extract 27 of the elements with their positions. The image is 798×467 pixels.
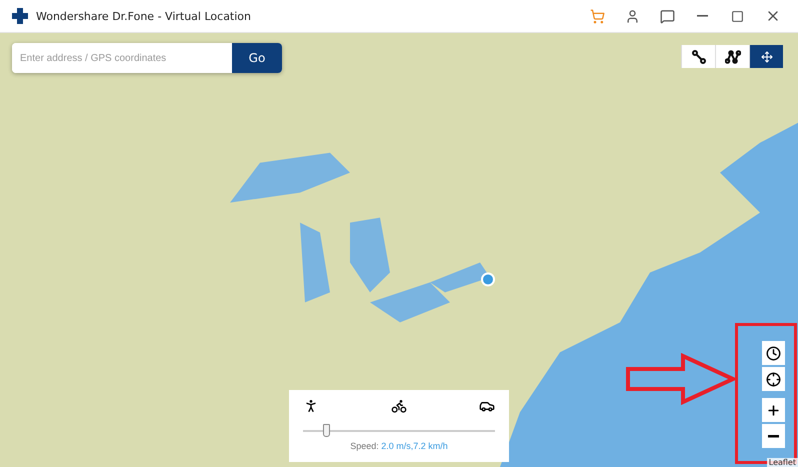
multi-point-route-icon [724, 50, 740, 64]
search-field[interactable]: Enter address / GPS coordinates Go [12, 43, 282, 73]
locate-button[interactable] [762, 367, 785, 391]
route-mode-button[interactable] [681, 45, 715, 68]
chat-bubble-icon [660, 8, 675, 24]
two-point-route-icon [692, 50, 706, 64]
crosshair-icon [766, 372, 781, 386]
maximize-icon [731, 10, 744, 22]
history-button[interactable] [762, 341, 785, 365]
go-button[interactable]: Go [232, 43, 282, 73]
minus-icon [768, 434, 779, 438]
zoom-out-button[interactable] [762, 424, 785, 448]
minimize-icon [697, 15, 708, 17]
map-attribution: Leaflet [766, 458, 798, 467]
plus-icon [766, 402, 781, 418]
route-mode-button[interactable] [715, 45, 749, 68]
speed-readout: Speed: 2.0 m/s,7.2 km/h [349, 441, 449, 451]
user-icon [625, 8, 640, 24]
app-logo-icon [12, 8, 28, 24]
slider-thumb[interactable] [323, 424, 330, 437]
cart-icon [590, 8, 605, 24]
window-title: Wondershare Dr.Fone - Virtual Location [36, 10, 252, 22]
zoom-in-button[interactable] [762, 398, 785, 422]
bicycle-icon [391, 398, 407, 414]
route-mode-button[interactable] [749, 45, 783, 68]
move-icon [760, 50, 772, 62]
clock-icon [766, 346, 781, 360]
